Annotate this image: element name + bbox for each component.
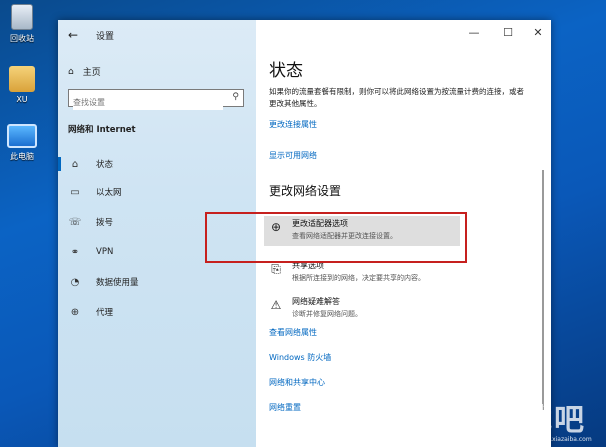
option-subtitle: 根据所连接到的网络，决定要共享的内容。	[292, 274, 425, 282]
desktop-icon-label: XU	[16, 95, 28, 104]
show-available-networks-link[interactable]: 显示可用网络	[269, 150, 317, 161]
page-title: 状态	[269, 61, 303, 81]
search-input[interactable]	[73, 95, 223, 110]
sidebar-item-data-usage[interactable]: ◔ 数据使用量	[58, 269, 256, 295]
change-connection-properties-link[interactable]: 更改连接属性	[269, 119, 317, 130]
network-reset-link[interactable]: 网络重置	[269, 402, 301, 413]
sidebar-item-label: 数据使用量	[96, 278, 139, 288]
warning-icon: ⚠	[270, 298, 282, 312]
sidebar-item-label: 拨号	[96, 218, 114, 228]
page-description: 如果你的流量套餐有限制，则你可以将此网络设置为按流量计费的连接，或者更改其他属性…	[269, 87, 524, 108]
desktop-icon-recycle-bin[interactable]: 回收站	[2, 4, 42, 44]
sidebar-item-label: VPN	[96, 247, 114, 257]
view-network-properties-link[interactable]: 查看网络属性	[269, 327, 317, 338]
home-icon: ⌂	[68, 66, 74, 77]
sidebar-item-status[interactable]: ⌂ 状态	[58, 151, 256, 177]
network-sharing-center-link[interactable]: 网络和共享中心	[269, 377, 325, 388]
sidebar-home-label: 主页	[82, 68, 101, 78]
sidebar-home[interactable]: ⌂ 主页	[68, 65, 101, 79]
sharing-icon: ⎘	[271, 262, 281, 276]
scrollbar[interactable]	[542, 170, 544, 410]
desktop-icon-label: 此电脑	[10, 152, 34, 161]
section-heading: 更改网络设置	[269, 184, 342, 198]
desktop-icon-user-folder[interactable]: XU	[2, 66, 42, 104]
this-pc-icon	[7, 124, 37, 148]
sidebar-item-label: 状态	[96, 160, 114, 170]
status-icon: ⌂	[71, 158, 79, 170]
recycle-bin-icon	[11, 4, 33, 30]
user-folder-icon	[9, 66, 35, 92]
windows-firewall-link[interactable]: Windows 防火墙	[269, 352, 331, 363]
watermark-url: www.xiazaiba.com	[536, 436, 592, 443]
sidebar-item-ethernet[interactable]: ▭ 以太网	[58, 179, 256, 205]
search-icon[interactable]: ⚲	[232, 92, 239, 102]
desktop-icon-this-pc[interactable]: 此电脑	[2, 124, 42, 162]
dialup-icon: ☏	[68, 216, 82, 228]
sidebar-item-proxy[interactable]: ⊕ 代理	[58, 299, 256, 325]
title-bar: — ☐ ✕	[58, 20, 551, 50]
sidebar-item-label: 代理	[96, 308, 114, 318]
sidebar-section-title: 网络和 Internet	[68, 125, 136, 135]
ethernet-icon: ▭	[70, 186, 80, 198]
maximize-button[interactable]: ☐	[498, 26, 518, 39]
watermark: 下载吧	[490, 403, 586, 438]
minimize-button[interactable]: —	[464, 26, 484, 39]
proxy-icon: ⊕	[70, 306, 80, 318]
data-usage-icon: ◔	[70, 276, 80, 288]
sidebar-item-label: 以太网	[96, 188, 122, 198]
network-troubleshooter[interactable]: ⚠ 网络疑难解答 诊断并修复网络问题。	[264, 294, 464, 324]
option-subtitle: 诊断并修复网络问题。	[292, 310, 362, 318]
highlight-box	[205, 212, 467, 263]
desktop-icon-label: 回收站	[10, 34, 34, 43]
close-button[interactable]: ✕	[528, 26, 548, 39]
vpn-icon: ⚭	[70, 246, 80, 258]
search-box: ⚲	[68, 89, 244, 110]
option-title: 网络疑难解答	[292, 297, 340, 306]
